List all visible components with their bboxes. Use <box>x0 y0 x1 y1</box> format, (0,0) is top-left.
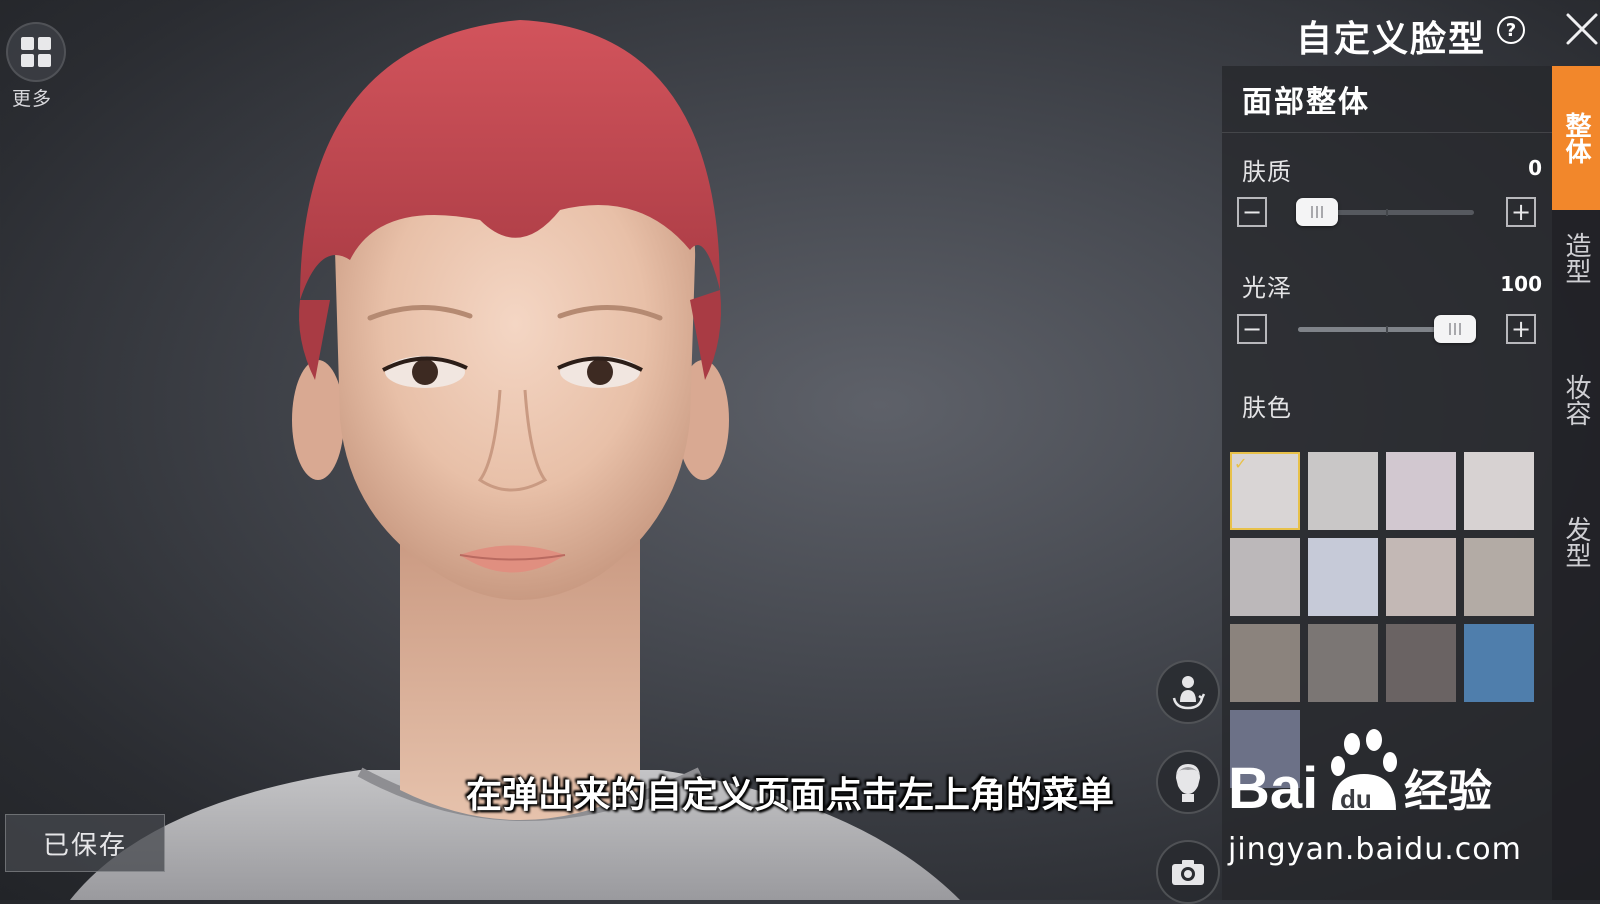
character-render <box>70 20 960 900</box>
page-title: 自定义脸型 <box>1296 19 1487 60</box>
body-rotate-button[interactable] <box>1156 660 1220 724</box>
help-icon[interactable]: ? <box>1497 16 1525 44</box>
video-subtitle: 在弹出来的自定义页面点击左上角的菜单 <box>465 775 1114 816</box>
param-label: 肤色 <box>1242 394 1292 422</box>
skin-color-swatch[interactable] <box>1464 538 1534 616</box>
param-label: 光泽 <box>1242 274 1292 302</box>
svg-text:Bai: Bai <box>1228 756 1318 821</box>
grid-icon <box>21 37 51 67</box>
skin-color-swatch[interactable] <box>1386 624 1456 702</box>
plus-icon: + <box>1510 198 1532 226</box>
skin-color-swatch[interactable] <box>1308 538 1378 616</box>
svg-text:经验: 经验 <box>1404 766 1492 817</box>
section-title: 面部整体 <box>1222 66 1552 133</box>
skin-color-swatch[interactable] <box>1386 452 1456 530</box>
skin-color-swatch[interactable] <box>1308 452 1378 530</box>
gloss-plus-button[interactable]: + <box>1506 314 1536 344</box>
tab-overall[interactable]: 整体 <box>1552 66 1600 210</box>
body-rotate-icon <box>1172 676 1206 710</box>
param-skin-color: 肤色 <box>1242 388 1542 423</box>
skin-color-swatch[interactable] <box>1386 538 1456 616</box>
camera-button[interactable] <box>1156 840 1220 904</box>
tab-label: 妆容 <box>1561 374 1591 426</box>
gloss-minus-button[interactable]: − <box>1237 314 1267 344</box>
check-icon: ✓ <box>1234 454 1248 473</box>
svg-text:du: du <box>1340 784 1372 814</box>
more-label: 更多 <box>12 88 53 110</box>
close-icon[interactable] <box>1565 12 1599 46</box>
character-viewport[interactable] <box>0 0 1220 900</box>
plus-icon: + <box>1510 315 1532 343</box>
skin-color-swatch[interactable] <box>1464 624 1534 702</box>
camera-icon <box>1172 860 1204 885</box>
param-label: 肤质 <box>1242 158 1292 186</box>
head-icon <box>1176 764 1200 802</box>
tab-label: 造型 <box>1561 232 1591 284</box>
param-value: 0 <box>1528 156 1542 180</box>
baidu-watermark: Bai du 经验 jingyan.baidu.com <box>1228 728 1521 868</box>
tab-hairstyle[interactable]: 发型 <box>1552 516 1600 606</box>
category-tabs: 整体 造型 妆容 发型 <box>1552 66 1600 900</box>
skin-texture-slider-thumb[interactable] <box>1296 198 1338 226</box>
tab-shape[interactable]: 造型 <box>1552 232 1600 322</box>
saved-button[interactable]: 已保存 <box>5 814 165 872</box>
param-value: 100 <box>1500 272 1542 296</box>
param-gloss: 光泽 100 <box>1242 268 1542 303</box>
gloss-slider-thumb[interactable] <box>1434 315 1476 343</box>
minus-icon: − <box>1241 315 1263 343</box>
param-skin-texture: 肤质 0 <box>1242 152 1542 187</box>
skin-color-swatch[interactable] <box>1230 624 1300 702</box>
more-menu-button[interactable] <box>6 22 66 82</box>
tab-label: 发型 <box>1561 516 1591 568</box>
skin-color-swatch[interactable] <box>1464 452 1534 530</box>
skin-texture-minus-button[interactable]: − <box>1237 197 1267 227</box>
skin-color-swatch[interactable] <box>1230 538 1300 616</box>
head-view-button[interactable] <box>1156 750 1220 814</box>
skin-color-swatch[interactable] <box>1308 624 1378 702</box>
tab-label: 整体 <box>1561 112 1591 164</box>
tab-makeup[interactable]: 妆容 <box>1552 374 1600 464</box>
baidu-logo: Bai du 经验 <box>1228 729 1492 821</box>
skin-texture-plus-button[interactable]: + <box>1506 197 1536 227</box>
watermark-url: jingyan.baidu.com <box>1228 832 1522 867</box>
skin-color-swatch[interactable]: ✓ <box>1230 452 1300 530</box>
minus-icon: − <box>1241 198 1263 226</box>
